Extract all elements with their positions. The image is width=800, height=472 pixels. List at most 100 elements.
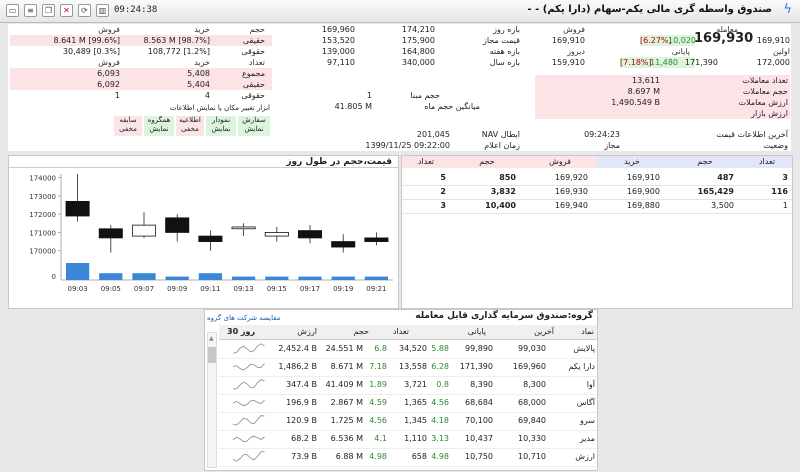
ob-count-sell: 3 — [440, 201, 446, 210]
x-tick-label: 09:07 — [134, 285, 154, 293]
close-price: 169,910 — [756, 36, 790, 45]
market-value-label: ارزش بازار — [751, 109, 788, 118]
sparkline-30d — [233, 415, 265, 426]
count-buy-legal: 4 — [204, 91, 210, 100]
group-toggle-top: همگروه — [147, 116, 171, 124]
y-tick-label: 170000 — [29, 248, 56, 256]
group-compare-link[interactable]: مقایسه شرکت های گروه — [207, 314, 281, 322]
count-sell-natural: 6,092 — [97, 80, 120, 89]
group-row[interactable]: 73.9 B 6.88 M 4.98 658 4.98 10,750 10,710 ارزش — [219, 448, 597, 467]
y-tick-label: 171000 — [29, 229, 56, 237]
nav-time-label: زمان اعلام — [484, 141, 520, 150]
orderbook-panel: تعداد حجم فروش خرید حجم تعداد 5 850 169,… — [401, 155, 793, 309]
group-row[interactable]: 196.9 B 2.867 M 4.59 1,365 4.56 68,684 68,000 آ… — [219, 394, 597, 413]
gr-pct: 3.13 — [431, 434, 449, 443]
gh-symbol: نماد — [581, 327, 594, 336]
lightning-icon: ϟ — [783, 2, 792, 17]
candle-body — [331, 241, 356, 248]
x-tick-label: 09:21 — [366, 285, 386, 293]
doc-icon[interactable]: ≡ — [24, 4, 37, 17]
scroll-thumb[interactable] — [208, 347, 216, 363]
window-icon[interactable]: ▭ — [6, 4, 19, 17]
sparkline-30d — [233, 435, 265, 443]
history-toggle-button[interactable]: سابقه مخفی — [114, 116, 142, 136]
count-label: تعداد — [248, 58, 265, 67]
gr-count: 1,365 — [404, 398, 427, 407]
range-year-label: بازه سال — [489, 58, 520, 67]
notice-toggle-top: اطلاعیه — [179, 116, 201, 124]
group-row[interactable]: 68.2 B 6.536 M 4.1 1,110 3.13 10,437 10,330 مدی… — [219, 430, 597, 449]
chart-title: قیمت،حجم در طول روز — [9, 156, 398, 168]
x-tick-label: 09:15 — [267, 285, 287, 293]
header-sell: فروش — [98, 25, 120, 34]
ob-count-buy: 1 — [782, 201, 788, 210]
orderbook-row[interactable]: 5 850 169,920 169,910 487 3 — [402, 172, 792, 186]
candle-body — [264, 232, 289, 237]
gr-volume: 2.867 M — [330, 398, 363, 407]
x-tick-label: 09:13 — [234, 285, 254, 293]
group-row[interactable]: 347.4 B 41.409 M 1.89 3,721 0.8 8,390 8,300 آوا — [219, 376, 597, 395]
bars-icon[interactable]: ▥ — [96, 4, 109, 17]
yesterday-label: دیروز — [567, 47, 585, 56]
ob-price-buy: 169,880 — [626, 201, 660, 210]
order-toggle-button[interactable]: سفارش نمایش — [238, 116, 270, 136]
last-label: فروش — [563, 25, 585, 34]
ob-count-buy: 116 — [771, 187, 788, 196]
gr-value: 120.9 B — [286, 416, 317, 425]
gr-volume: 24.551 M — [325, 344, 363, 353]
group-scrollbar[interactable]: ▲ — [207, 332, 217, 468]
volume-bar — [165, 276, 189, 280]
sparkline-30d — [233, 379, 265, 390]
count-buy-total: 5,408 — [187, 69, 210, 78]
scroll-up-icon[interactable]: ▲ — [209, 335, 214, 342]
change-value: 10,020 — [668, 36, 696, 45]
gr-symbol: سرو — [580, 416, 595, 425]
sync-icon[interactable]: ⟳ — [78, 4, 91, 17]
group-row[interactable]: 120.9 B 1.725 M 4.56 1,345 4.18 70,100 69,840 س… — [219, 412, 597, 431]
volume-axis-label: 0 — [52, 273, 56, 281]
gr-close: 8,390 — [470, 380, 493, 389]
chart-toggle-button[interactable]: نمودار نمایش — [206, 116, 236, 136]
orderbook-row[interactable]: 3 10,400 169,940 169,880 3,500 1 — [402, 200, 792, 214]
close-label: پایانی — [671, 47, 690, 56]
gr-close: 10,750 — [465, 452, 493, 461]
history-toggle-top: سابقه — [119, 116, 137, 124]
range-day-label: بازه روز — [493, 25, 520, 34]
gr-last: 10,330 — [518, 434, 546, 443]
candle-body — [364, 237, 389, 242]
volume-bar — [198, 273, 223, 280]
x-tick-label: 09:17 — [300, 285, 320, 293]
gr-value: 2,452.4 B — [278, 344, 317, 353]
gr-volume: 1.725 M — [330, 416, 363, 425]
orderbook-row[interactable]: 2 3,832 169,930 169,900 165,429 116 — [402, 186, 792, 200]
sell-natural: 8.641 M [99.6%] — [53, 36, 120, 45]
group-row[interactable]: 2,452.4 B 24.551 M 6.8 34,520 5.88 99,890 99,0… — [219, 340, 597, 359]
ob-vol-buy: 165,429 — [697, 187, 734, 196]
copy-icon[interactable]: ❐ — [42, 4, 55, 17]
count-header-buy: خرید — [194, 58, 210, 67]
gr-volume: 41.409 M — [325, 380, 363, 389]
last-price: 169,910 — [551, 36, 585, 45]
chart-icon[interactable]: ✕ — [60, 4, 73, 17]
volume-bar — [364, 276, 389, 280]
header-volume: حجم — [249, 25, 265, 34]
volume-bar — [331, 276, 355, 280]
count-label-legal: حقوقی — [241, 91, 265, 100]
range-allowed-label: قیمت مجاز — [482, 36, 520, 45]
label-legal: حقوقی — [241, 47, 265, 56]
group-row[interactable]: 1,486.2 B 8.671 M 7.18 13,558 6.28 171,390 169… — [219, 358, 597, 377]
order-toggle-top: سفارش — [242, 116, 266, 124]
trade-value-label: ارزش معاملات — [738, 98, 788, 107]
ob-price-sell: 169,920 — [554, 173, 588, 182]
ob-count-sell: 2 — [440, 187, 446, 196]
group-toggle-button[interactable]: همگروه نمایش — [144, 116, 174, 136]
count-label-natural: حقیقی — [242, 80, 265, 89]
status-value: مجاز — [604, 141, 620, 150]
sparkline-30d — [233, 363, 265, 371]
buy-natural: 8.563 M [98.7%] — [143, 36, 210, 45]
notice-toggle-button[interactable]: اطلاعیه مخفی — [176, 116, 204, 136]
candle-body — [131, 224, 157, 237]
gr-pct: 6.28 — [431, 362, 449, 371]
yesterday-price: 159,910 — [551, 58, 585, 67]
trade-count-label: تعداد معاملات — [742, 76, 788, 85]
